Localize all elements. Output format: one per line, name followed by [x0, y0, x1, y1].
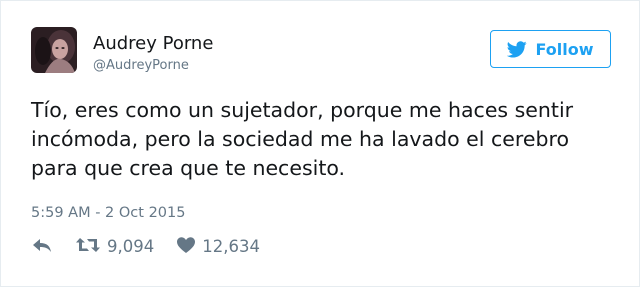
- retweet-button[interactable]: 9,094: [75, 236, 154, 258]
- retweet-count: 9,094: [107, 237, 155, 256]
- follow-button-label: Follow: [535, 39, 594, 59]
- author-name[interactable]: Audrey Porne: [93, 33, 213, 55]
- avatar[interactable]: [31, 27, 77, 73]
- tweet-text: Tío, eres como un sujetador, porque me h…: [31, 96, 621, 183]
- twitter-bird-icon: [507, 40, 528, 58]
- tweet-text-line: incómoda, pero la sociedad me ha lavado …: [31, 127, 569, 151]
- tweet-text-line: para que crea que te necesito.: [31, 156, 346, 180]
- reply-button[interactable]: [31, 236, 53, 258]
- tweet-text-line: Tío, eres como un sujetador, porque me h…: [31, 98, 574, 122]
- tweet-timestamp[interactable]: 5:59 AM - 2 Oct 2015: [31, 204, 185, 222]
- author-handle[interactable]: @AudreyPorne: [93, 58, 189, 74]
- follow-button[interactable]: Follow: [490, 30, 611, 68]
- tweet-actions: 9,094 12,634: [31, 236, 260, 258]
- heart-icon: [176, 236, 196, 258]
- like-count: 12,634: [202, 237, 260, 256]
- tweet-card: Audrey Porne @AudreyPorne Follow Tío, er…: [0, 0, 640, 287]
- reply-icon: [31, 236, 53, 258]
- like-button[interactable]: 12,634: [176, 236, 260, 258]
- retweet-icon: [75, 236, 101, 258]
